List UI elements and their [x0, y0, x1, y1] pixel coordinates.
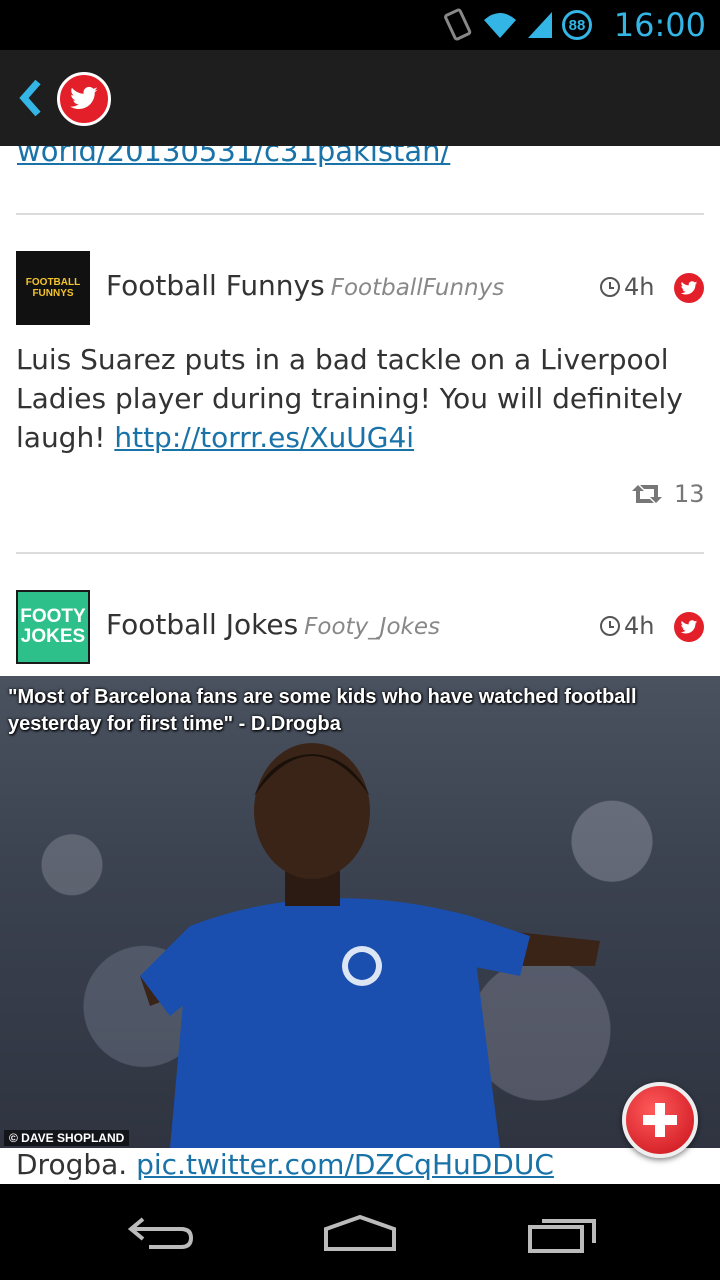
avatar-text: FOOTBALL FUNNYS [25, 277, 81, 299]
tweet-text: Drogba. pic.twitter.com/DZCqHuDDUC [16, 1148, 554, 1181]
retweet-icon [632, 485, 662, 503]
tweet-link[interactable]: pic.twitter.com/DZCqHuDDUC [136, 1148, 554, 1181]
author-label: Football Jokes [106, 608, 299, 641]
avatar-text: FOOTY JOKES [20, 606, 86, 647]
image-credit: © DAVE SHOPLAND [4, 1130, 130, 1146]
time-label: 4h [624, 612, 655, 640]
plus-icon [643, 1103, 677, 1137]
status-bar: 88 16:00 [0, 0, 720, 50]
clock-icon [600, 277, 620, 297]
twitter-source-icon [674, 273, 704, 303]
recent-apps-icon [528, 1219, 596, 1253]
twitter-logo-icon[interactable] [57, 72, 111, 126]
screen-rotation-icon [444, 8, 472, 41]
tweet-link[interactable]: http://torrr.es/XuUG4i [114, 421, 414, 454]
clock-icon [600, 616, 620, 636]
author-handle: FootballFunnys [330, 275, 505, 301]
divider [16, 213, 704, 215]
author-name[interactable]: Football Jokes Footy_Jokes [106, 608, 440, 641]
tweet-header[interactable]: FOOTY JOKES Football Jokes Footy_Jokes 4h [16, 590, 704, 664]
author-label: Football Funnys [106, 269, 325, 302]
player-photo [140, 743, 600, 1148]
status-icons: 88 [444, 8, 592, 42]
author-handle: Footy_Jokes [304, 614, 440, 640]
wifi-icon [484, 13, 516, 38]
compose-button[interactable] [622, 1082, 698, 1158]
previous-tweet-link[interactable]: world/20130531/c31pakistan/ [17, 146, 450, 168]
tweet-text: Luis Suarez puts in a bad tackle on a Li… [16, 340, 696, 457]
chevron-left-icon[interactable] [16, 78, 44, 118]
battery-icon: 88 [562, 10, 592, 40]
tweet-time: 4h [600, 612, 654, 640]
tweet-image[interactable]: "Most of Barcelona fans are some kids wh… [0, 676, 720, 1148]
back-icon [127, 1217, 194, 1249]
status-time: 16:00 [613, 6, 706, 44]
home-icon [324, 1214, 396, 1251]
avatar[interactable]: FOOTBALL FUNNYS [16, 251, 90, 325]
tweet-feed[interactable]: world/20130531/c31pakistan/ FOOTBALL FUN… [0, 146, 720, 1184]
tweet-header[interactable]: FOOTBALL FUNNYS Football Funnys FootballF… [16, 251, 704, 325]
image-caption: "Most of Barcelona fans are some kids wh… [8, 686, 637, 735]
home-button[interactable] [322, 1210, 398, 1256]
tweet-time: 4h [600, 273, 654, 301]
back-button[interactable] [122, 1210, 198, 1256]
retweet-count[interactable]: 13 [630, 480, 705, 508]
twitter-source-icon [674, 612, 704, 642]
retweet-number: 13 [674, 480, 705, 508]
recent-apps-button[interactable] [526, 1210, 602, 1256]
signal-icon [528, 12, 552, 38]
divider [16, 552, 704, 554]
time-label: 4h [624, 273, 655, 301]
tweet-body: Drogba. [16, 1148, 128, 1181]
avatar[interactable]: FOOTY JOKES [16, 590, 90, 664]
author-name[interactable]: Football Funnys FootballFunnys [106, 269, 504, 302]
navigation-bar [0, 1184, 720, 1280]
